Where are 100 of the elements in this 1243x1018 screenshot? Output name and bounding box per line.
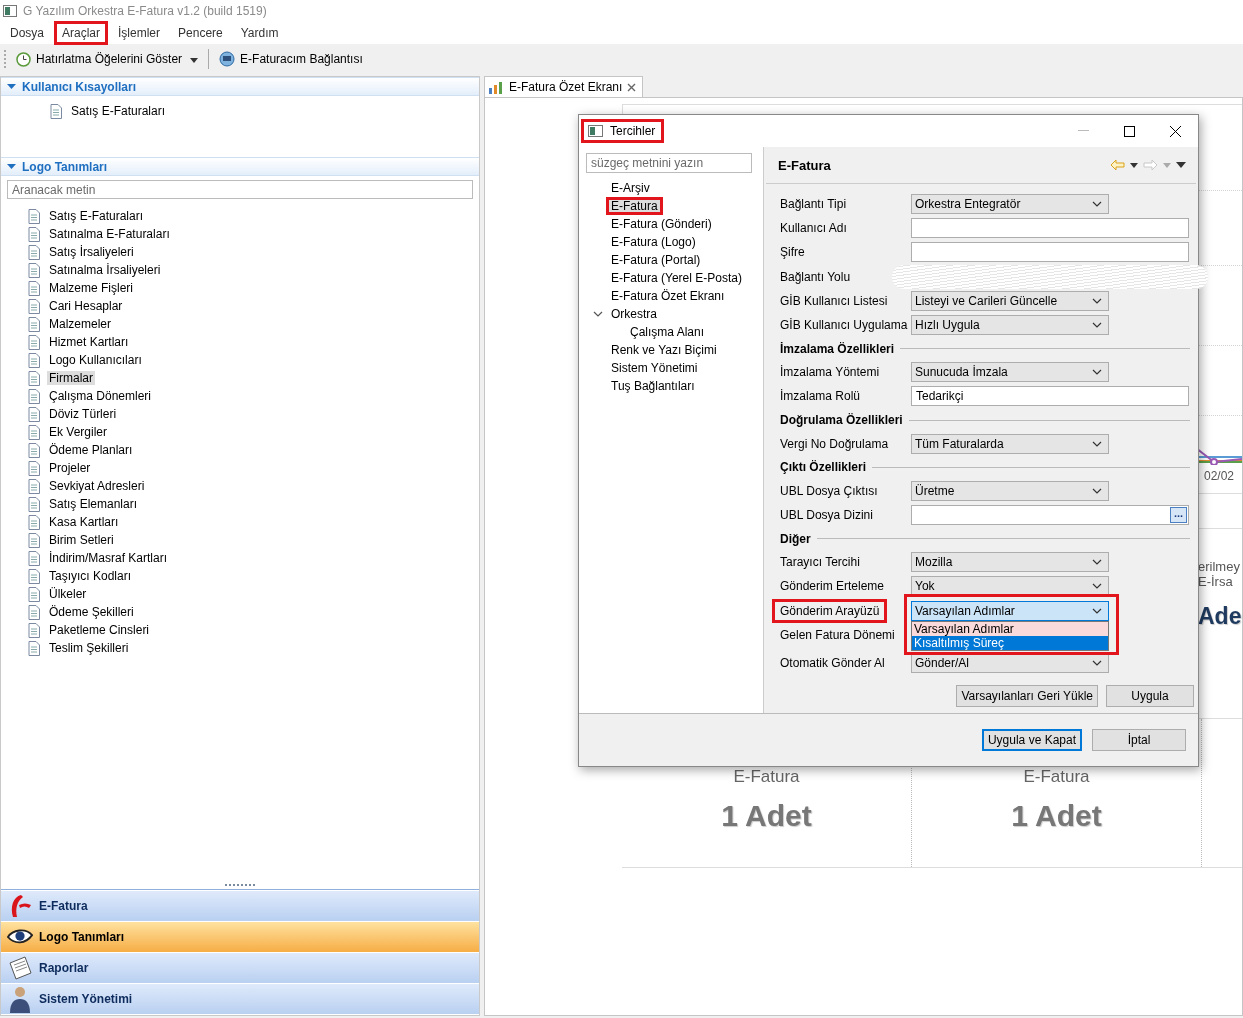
menu-caret-icon[interactable] (1176, 162, 1186, 168)
tree-item[interactable]: E-Fatura (Gönderi) (606, 215, 717, 233)
navigator-bar[interactable]: Sistem Yönetimi (1, 984, 479, 1015)
toolbar-button[interactable]: E-Faturacım Bağlantısı (215, 49, 367, 69)
list-item[interactable]: Sevkiyat Adresleri (47, 479, 147, 493)
dropdown[interactable]: Hızlı Uygula (911, 315, 1109, 336)
dropdown[interactable]: Üretme (911, 480, 1109, 501)
close-icon[interactable] (1169, 125, 1181, 137)
path-field[interactable]: ... (911, 504, 1189, 525)
list-item[interactable]: Satınalma E-Faturaları (47, 227, 172, 241)
tree-item[interactable]: E-Fatura (Portal) (606, 251, 706, 269)
toolbar-button[interactable]: Hatırlatma Öğelerini Göster (12, 49, 187, 69)
navigator-bar[interactable]: Raporlar (1, 953, 479, 984)
navigator-bar[interactable]: Logo Tanımları (1, 922, 479, 953)
tree-item[interactable]: E-Fatura Özet Ekranı (606, 287, 730, 305)
dropdown[interactable]: Listeyi ve Carileri Güncelle (911, 290, 1109, 311)
dropdown[interactable]: Varsayılan Adımlar (911, 600, 1109, 621)
list-item[interactable]: Paketleme Cinsleri (47, 623, 152, 637)
tab[interactable]: E-Fatura Özet Ekranı (484, 76, 644, 97)
field-label: Kullanıcı Adı (780, 221, 847, 236)
list-item[interactable]: Taşıyıcı Kodları (47, 569, 134, 583)
list-item[interactable]: Logo Kullanıcıları (47, 353, 144, 367)
navigator-bar[interactable]: E-Fatura (1, 891, 479, 922)
list-item[interactable]: Cari Hesaplar (47, 299, 125, 313)
button[interactable]: Uygula (1106, 685, 1194, 707)
menu-item[interactable]: Dosya (2, 21, 52, 45)
dropdown-option[interactable]: Varsayılan Adımlar (912, 621, 1108, 636)
stat-value: Ade (1198, 603, 1242, 630)
filter-field[interactable]: süzgeç metnini yazın (586, 153, 752, 173)
list-item[interactable]: Ödeme Şekilleri (47, 605, 136, 619)
list-item[interactable]: Teslim Şekilleri (47, 641, 131, 655)
list-item[interactable]: İndirim/Masraf Kartları (47, 551, 170, 565)
list-item[interactable]: Birim Setleri (47, 533, 116, 547)
menu-item[interactable]: Yardım (232, 21, 287, 45)
menu-item[interactable]: Araçlar (54, 21, 109, 45)
dropdown[interactable]: Orkestra Entegratör (911, 194, 1109, 215)
list-item[interactable]: Firmalar (47, 371, 95, 385)
button[interactable]: Uygula ve Kapat (981, 729, 1082, 751)
tree-item[interactable]: E-Fatura (Yerel E-Posta) (606, 269, 747, 287)
stat-label: E-Fatura (733, 767, 800, 787)
text-field[interactable] (911, 218, 1189, 239)
tree-item[interactable]: Çalışma Alanı (625, 323, 710, 341)
field-label: Gönderim Arayüzü (772, 598, 888, 623)
section-title: Çıktı Özellikleri (780, 460, 867, 475)
document-icon (27, 550, 41, 566)
tree-item[interactable]: Orkestra (606, 305, 662, 323)
list-item[interactable]: Ödeme Planları (47, 443, 135, 457)
document-icon (27, 262, 41, 278)
text-field[interactable] (911, 242, 1189, 263)
list-item[interactable]: Malzeme Fişleri (47, 281, 135, 295)
document-icon (27, 586, 41, 602)
tree-item[interactable]: E-Arşiv (606, 179, 655, 197)
section-header[interactable]: Kullanıcı Kısayolları (1, 77, 479, 96)
stat-value: 1 Adet (721, 799, 812, 833)
list-item[interactable]: Kasa Kartları (47, 515, 121, 529)
caret-icon[interactable] (190, 58, 199, 63)
chevron-icon[interactable] (593, 311, 603, 317)
list-item[interactable]: Projeler (47, 461, 93, 475)
list-item[interactable]: Satış E-Faturaları (69, 104, 168, 118)
tree-item[interactable]: E-Fatura (606, 197, 663, 215)
menu-item[interactable]: Pencere (170, 21, 231, 45)
list-item[interactable]: Çalışma Dönemleri (47, 389, 154, 403)
maximize-icon[interactable] (1123, 125, 1135, 137)
expand-arrow-icon (7, 82, 16, 91)
stat-value: 1 Adet (1011, 799, 1102, 833)
dropdown[interactable]: Sunucuda İmzala (911, 362, 1109, 383)
document-icon (27, 604, 41, 620)
search-field[interactable]: Aranacak metin (7, 180, 473, 199)
section-header[interactable]: Logo Tanımları (1, 157, 479, 176)
list-item[interactable]: Satınalma İrsaliyeleri (47, 263, 163, 277)
button[interactable]: Varsayılanları Geri Yükle (956, 685, 1098, 707)
document-icon (27, 208, 41, 224)
chevron-icon (1092, 487, 1102, 494)
list-item[interactable]: Ek Vergiler (47, 425, 110, 439)
document-icon (27, 334, 41, 350)
dropdown[interactable]: Yok (911, 576, 1109, 597)
tree-item[interactable]: E-Fatura (Logo) (606, 233, 701, 251)
tree-item[interactable]: Renk ve Yazı Biçimi (606, 341, 722, 359)
dropdown[interactable]: Mozilla (911, 552, 1109, 573)
list-item[interactable]: Satış E-Faturaları (47, 209, 146, 223)
browse-button[interactable]: ... (1170, 506, 1187, 523)
field-label: Otomatik Gönder Al (780, 655, 885, 670)
list-item[interactable]: Satış Elemanları (47, 497, 140, 511)
list-item[interactable]: Satış İrsaliyeleri (47, 245, 136, 259)
menu-item[interactable]: İşlemler (110, 21, 169, 45)
text-field[interactable]: Tedarikçi (911, 386, 1189, 407)
dropdown[interactable]: Tüm Faturalarda (911, 433, 1109, 454)
list-item[interactable]: Döviz Türleri (47, 407, 119, 421)
document-icon (27, 460, 41, 476)
caret-icon[interactable] (1130, 162, 1138, 168)
button[interactable]: İptal (1092, 729, 1186, 751)
field-label: GİB Kullanıcı Uygulama (780, 318, 908, 333)
field-label: Gönderim Erteleme (780, 579, 885, 594)
tree-item[interactable]: Tuş Bağlantıları (606, 377, 700, 395)
list-item[interactable]: Hizmet Kartları (47, 335, 131, 349)
list-item[interactable]: Ülkeler (47, 587, 89, 601)
chart-icon (488, 79, 504, 95)
list-item[interactable]: Malzemeler (47, 317, 113, 331)
tree-item[interactable]: Sistem Yönetimi (606, 359, 703, 377)
document-icon (27, 496, 41, 512)
